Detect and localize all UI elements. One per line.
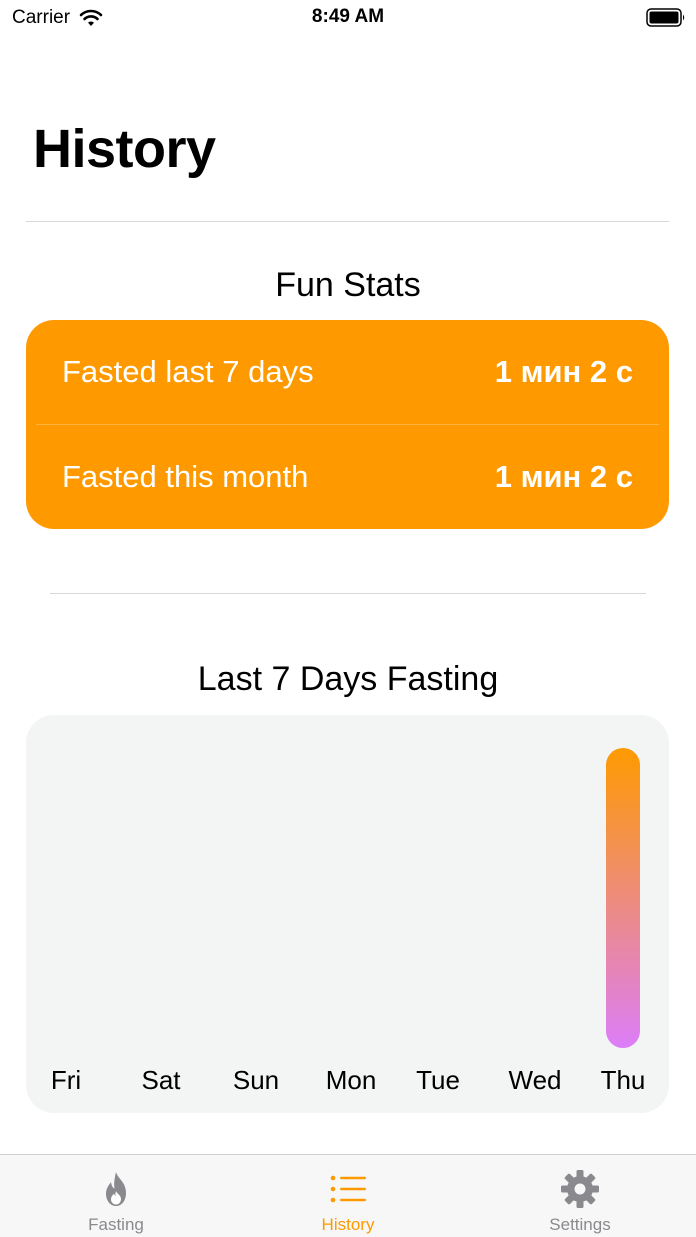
flame-icon [106, 1172, 126, 1206]
chart-title: Last 7 Days Fasting [197, 660, 499, 698]
stat-row-this-month: Fasted this month 1 мин 2 с [26, 425, 669, 529]
stat-label: Fasted last 7 days [62, 354, 314, 389]
x-tick-label: Wed [509, 1065, 562, 1095]
status-bar: Carrier 8:49 AM [0, 0, 696, 40]
tab-history[interactable]: History [232, 1155, 464, 1237]
stat-value: 1 мин 2 с [494, 354, 633, 389]
divider [26, 221, 669, 222]
x-tick-label: Sat [141, 1065, 181, 1095]
tab-label: History [321, 1215, 375, 1234]
tab-bar: Fasting History Settings [0, 1154, 696, 1237]
page-title: History [33, 119, 216, 179]
tab-settings[interactable]: Settings [464, 1155, 696, 1237]
battery-icon [646, 8, 685, 27]
x-tick-label: Fri [51, 1065, 81, 1095]
x-tick-label: Sun [233, 1065, 279, 1095]
fun-stats-card: Fasted last 7 days 1 мин 2 с Fasted this… [26, 320, 669, 529]
fasting-chart-card: Fri Sat Sun Mon Tue Wed Thu [26, 715, 669, 1113]
tab-fasting[interactable]: Fasting [0, 1155, 232, 1237]
chart-bar-thu [606, 748, 640, 1048]
x-tick-label: Tue [416, 1065, 460, 1095]
stat-row-last-7-days: Fasted last 7 days 1 мин 2 с [26, 320, 669, 424]
list-icon [330, 1175, 366, 1203]
fun-stats-title: Fun Stats [275, 266, 421, 304]
gear-icon [561, 1170, 599, 1208]
fasting-bar-chart: Fri Sat Sun Mon Tue Wed Thu [51, 748, 646, 1095]
tab-label: Fasting [88, 1215, 144, 1234]
status-time: 8:49 AM [311, 6, 385, 27]
divider [50, 593, 646, 594]
stat-label: Fasted this month [62, 459, 309, 494]
tab-label: Settings [549, 1215, 611, 1234]
stat-value: 1 мин 2 с [494, 459, 633, 494]
x-tick-label: Mon [326, 1065, 377, 1095]
x-tick-label: Thu [601, 1065, 646, 1095]
